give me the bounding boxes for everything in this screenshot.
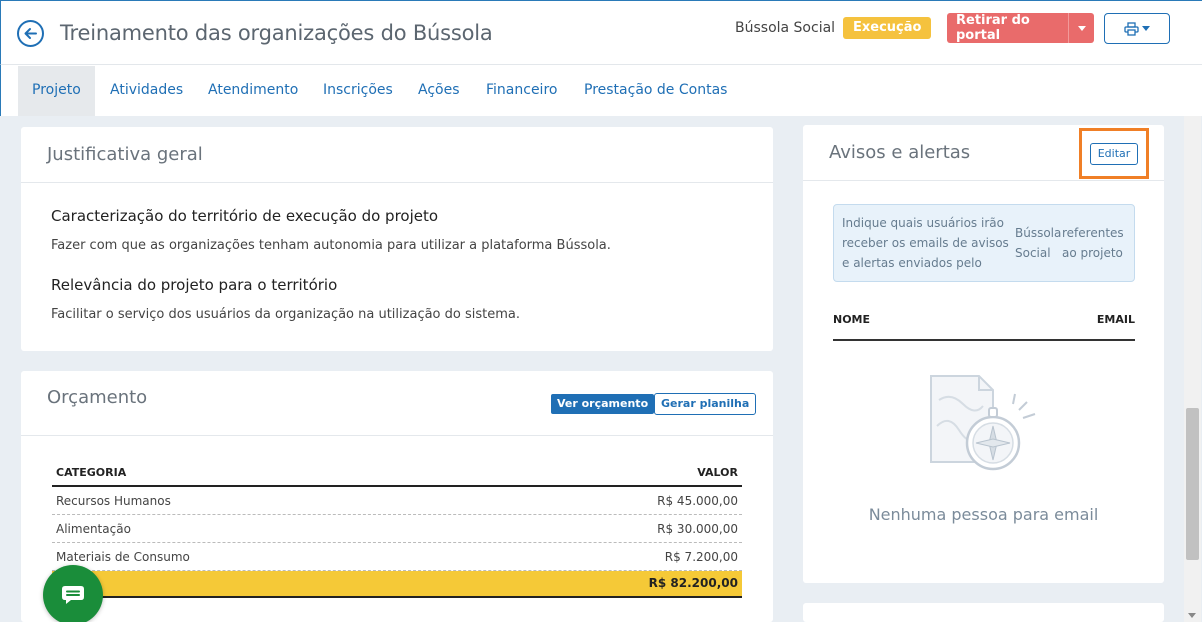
category-column-header: CATEGORIA	[56, 466, 127, 479]
alerts-title: Avisos e alertas	[829, 142, 971, 163]
category-cell: Recursos Humanos	[56, 494, 171, 508]
tab-inscricoes[interactable]: Inscrições	[323, 66, 393, 116]
tab-financeiro[interactable]: Financeiro	[486, 66, 557, 116]
scroll-down-arrow-icon[interactable]	[1188, 613, 1196, 618]
view-budget-button[interactable]: Ver orçamento	[551, 394, 655, 414]
info-text-line: referentes	[1062, 226, 1124, 240]
page-header: Treinamento das organizações do Bússola …	[0, 0, 1202, 64]
value-column-header: VALOR	[697, 466, 738, 479]
table-row: Alimentação R$ 30.000,00	[52, 515, 742, 543]
page-title: Treinamento das organizações do Bússola	[60, 21, 493, 45]
generate-spreadsheet-button[interactable]: Gerar planilha	[654, 393, 757, 415]
back-button[interactable]	[17, 20, 44, 47]
arrow-left-icon	[24, 28, 37, 39]
justification-title: Justificativa geral	[47, 144, 203, 165]
info-text-line: Indique quais usuários irão	[842, 216, 1004, 230]
project-tabs: Projeto Atividades Atendimento Inscriçõe…	[0, 64, 1202, 116]
remove-from-portal-button[interactable]: Retirar do portal	[947, 13, 1094, 43]
tab-prestacao-de-contas[interactable]: Prestação de Contas	[584, 66, 727, 116]
info-text-line: receber os emails de avisos	[842, 236, 1009, 250]
info-text-line: Bússola	[1015, 226, 1062, 240]
print-button[interactable]	[1104, 13, 1170, 44]
empty-state-text: Nenhuma pessoa para email	[868, 505, 1099, 524]
secondary-card	[803, 603, 1164, 622]
tab-atividades[interactable]: Atividades	[110, 66, 183, 116]
table-row: Recursos Humanos R$ 45.000,00	[52, 487, 742, 515]
divider	[21, 435, 773, 436]
scrollbar-thumb[interactable]	[1186, 408, 1199, 560]
alerts-info-box: Indique quais usuários irão receber os e…	[833, 204, 1135, 282]
territory-heading: Caracterização do território de execução…	[51, 207, 439, 225]
relevance-text: Facilitar o serviço dos usuários da orga…	[51, 307, 520, 322]
recipients-table-header: NOME EMAIL	[833, 313, 1135, 341]
territory-text: Fazer com que as organizações tenham aut…	[51, 238, 611, 253]
table-row: Materiais de Consumo R$ 7.200,00	[52, 543, 742, 571]
divider	[21, 182, 773, 183]
chat-button[interactable]	[43, 565, 103, 622]
relevance-heading: Relevância do projeto para o território	[51, 276, 338, 294]
portal-dropdown-toggle[interactable]	[1068, 13, 1094, 43]
tab-atendimento[interactable]: Atendimento	[208, 66, 298, 116]
divider	[803, 180, 1164, 181]
info-text-line: Social	[1015, 246, 1051, 260]
caret-down-icon	[1077, 25, 1086, 31]
tab-projeto[interactable]: Projeto	[18, 66, 95, 116]
total-value: R$ 82.200,00	[648, 576, 738, 590]
value-cell: R$ 30.000,00	[657, 522, 738, 536]
budget-table: CATEGORIA VALOR Recursos Humanos R$ 45.0…	[52, 459, 742, 598]
info-text-line: e alertas enviados pelo	[842, 256, 982, 270]
chat-icon	[62, 586, 84, 604]
edit-alerts-button[interactable]: Editar	[1090, 143, 1138, 165]
page-scrollbar[interactable]	[1184, 116, 1201, 622]
printer-icon	[1124, 21, 1139, 36]
remove-from-portal-label: Retirar do portal	[956, 13, 1030, 43]
tab-acoes[interactable]: Ações	[418, 66, 460, 116]
alerts-card: Avisos e alertas Indique quais usuários …	[803, 125, 1164, 583]
budget-title: Orçamento	[47, 387, 148, 408]
status-badge: Execução	[843, 17, 932, 39]
justification-card: Justificativa geral Caracterização do te…	[21, 127, 773, 351]
total-row: R$ 82.200,00	[52, 571, 742, 598]
name-column-header: NOME	[833, 313, 871, 326]
table-header: CATEGORIA VALOR	[52, 459, 742, 487]
category-cell: Alimentação	[56, 522, 131, 536]
value-cell: R$ 7.200,00	[664, 550, 738, 564]
info-text-line: ao projeto	[1062, 246, 1123, 260]
organization-name: Bússola Social	[735, 20, 836, 36]
email-column-header: EMAIL	[1096, 313, 1135, 326]
empty-compass-illustration	[930, 375, 1036, 471]
value-cell: R$ 45.000,00	[657, 494, 738, 508]
caret-down-icon	[1142, 26, 1150, 31]
